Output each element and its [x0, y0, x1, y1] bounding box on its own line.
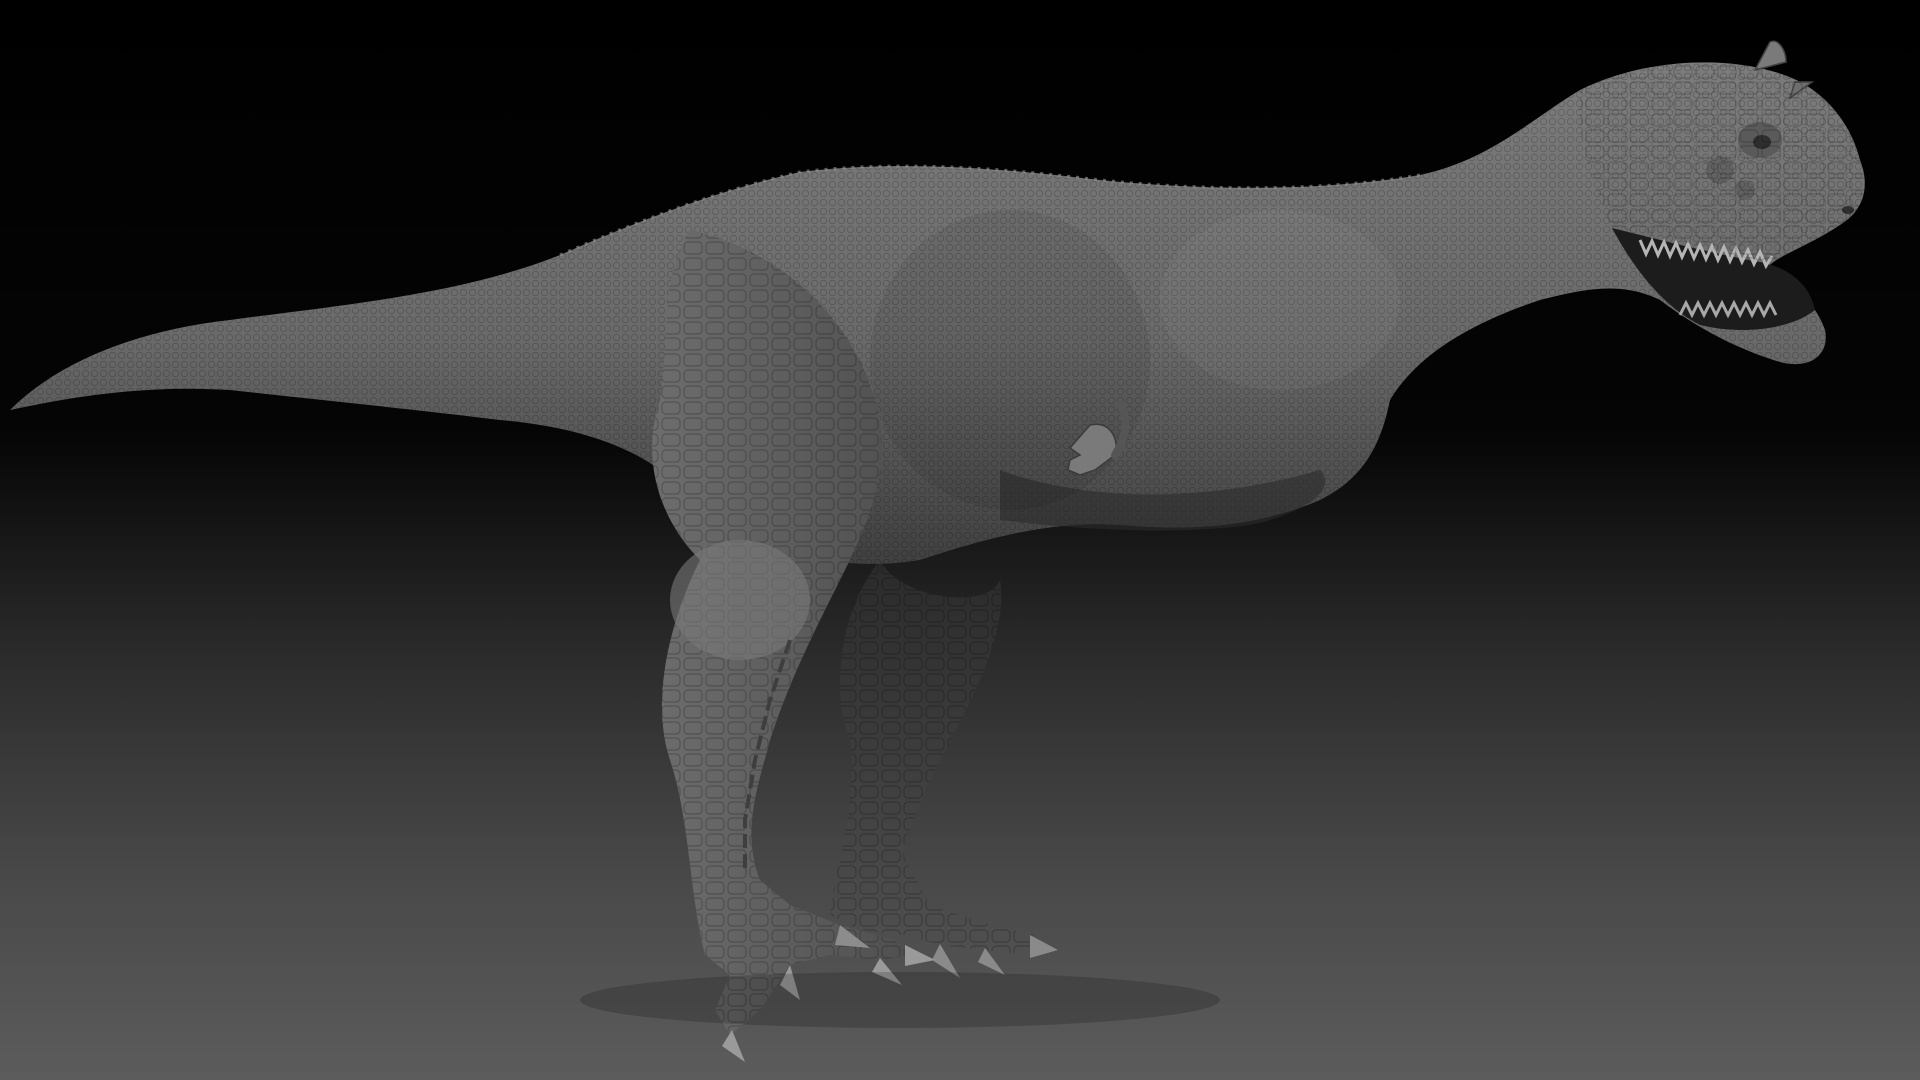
ground-shadow: [580, 972, 1220, 1028]
dinosaur-render: [10, 40, 1865, 1062]
far-hind-leg: [830, 560, 1058, 978]
sculpt-viewport: [0, 0, 1920, 1080]
